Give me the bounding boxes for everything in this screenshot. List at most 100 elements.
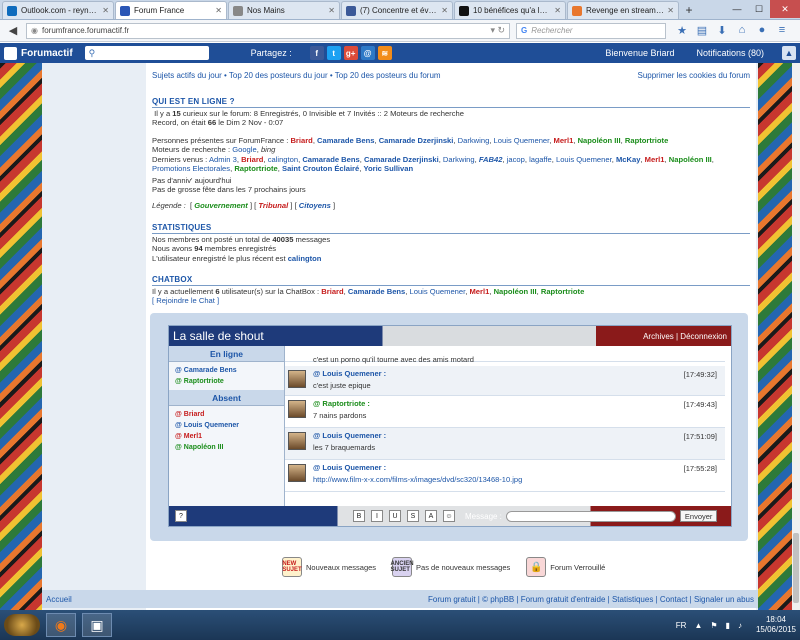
help-button[interactable]: ? [175,510,187,522]
username-link[interactable]: Briard [321,287,343,296]
chat-user[interactable]: @ Merl1 [175,431,278,442]
avatar[interactable] [288,464,306,482]
message-author[interactable]: @ Louis Quemener : [313,369,721,378]
browser-tab[interactable]: Outlook.com - reynal… ✕ [2,1,114,19]
scrollbar-thumb[interactable] [793,533,799,603]
home-link[interactable]: Accueil [46,595,72,604]
welcome-text[interactable]: Bienvenue Briard [605,48,674,58]
maximize-button[interactable]: ☐ [748,0,770,18]
tab-close-icon[interactable]: ✕ [441,6,448,15]
username-link[interactable]: Louis Quemener [556,155,612,164]
format-button[interactable]: A [425,510,437,522]
browser-tab[interactable]: 10 bénéfices qu'a le … ✕ [454,1,566,19]
tray-up-icon[interactable]: ▲ [694,621,702,630]
username-link[interactable]: Napoléon III [669,155,712,164]
username-link[interactable]: calington [268,155,298,164]
network-icon[interactable]: ▮ [726,621,730,630]
address-bar[interactable]: ◉ forumfrance.forumactif.fr ▾ ↻ [26,22,510,39]
footer-links[interactable]: Forum gratuit | © phpBB | Forum gratuit … [428,595,754,604]
firefox-taskbar-icon[interactable]: ◉ [46,613,76,637]
clock[interactable]: 18:04 15/06/2015 [756,615,796,635]
username-link[interactable]: jacop [507,155,525,164]
username-link[interactable]: Camarade Bens [348,287,405,296]
username-link[interactable]: Briard [241,155,263,164]
username-link[interactable]: Promotions Electorales [152,164,230,173]
send-button[interactable]: Envoyer [679,510,718,522]
username-link[interactable]: Camarade Bens [317,136,374,145]
app-taskbar-icon[interactable]: ▣ [82,613,112,637]
rss-icon[interactable]: ≋ [377,46,392,60]
browser-tab[interactable]: Forum France ✕ [115,1,227,19]
username-link[interactable]: Merl1 [554,136,574,145]
username-link[interactable]: McKay [616,155,640,164]
scroll-up-icon[interactable]: ▲ [782,46,796,60]
format-button[interactable]: S [407,510,419,522]
back-icon[interactable]: ◀ [4,22,22,40]
username-link[interactable]: Camarade Dzerjinski [379,136,454,145]
home-icon[interactable]: ⌂ [732,24,752,37]
facebook-icon[interactable]: f [309,46,324,60]
tab-close-icon[interactable]: ✕ [667,6,674,15]
menu-icon[interactable]: ≡ [772,24,792,37]
twitter-icon[interactable]: t [326,46,341,60]
chat-user[interactable]: @ Raptortriote [175,376,278,387]
browser-tab[interactable]: Nos Mains ✕ [228,1,340,19]
message-author[interactable]: @ Louis Quemener : [313,463,721,472]
active-topics-links[interactable]: Sujets actifs du jour • Top 20 des poste… [152,71,441,80]
forum-search-input[interactable]: ⚲ [84,46,209,60]
bookmark-star-icon[interactable]: ★ [672,24,692,37]
avatar[interactable] [288,400,306,418]
page-scrollbar[interactable] [792,63,800,610]
notifications-link[interactable]: Notifications (80) [696,48,764,58]
download-icon[interactable]: ⬇ [712,24,732,37]
username-link[interactable]: Merl1 [469,287,489,296]
join-chat-link[interactable]: [ Rejoindre le Chat ] [152,296,750,305]
username-link[interactable]: Napoléon III [494,287,537,296]
bot-google[interactable]: Google [232,145,257,154]
minimize-button[interactable]: — [726,0,748,18]
username-link[interactable]: Darkwing [458,136,490,145]
username-link[interactable]: Louis Quemener [410,287,466,296]
new-tab-button[interactable]: + [680,1,698,19]
tab-close-icon[interactable]: ✕ [215,6,222,15]
browser-search-input[interactable]: G Rechercher [516,22,666,39]
browser-tab[interactable]: (7) Concentre et évén… ✕ [341,1,453,19]
tab-close-icon[interactable]: ✕ [102,6,109,15]
username-link[interactable]: Merl1 [645,155,665,164]
username-link[interactable]: Napoléon III [578,136,621,145]
legend-tribunal[interactable]: Tribunal [258,201,288,210]
start-button[interactable] [4,614,40,636]
legend-citoyens[interactable]: Citoyens [299,201,331,210]
browser-tab[interactable]: Revenge en streaming…✕ [567,1,679,19]
forumactif-logo[interactable]: Forumactif [4,46,73,60]
tab-close-icon[interactable]: ✕ [328,6,335,15]
username-link[interactable]: Briard [290,136,312,145]
chat-user[interactable]: @ Briard [175,409,278,420]
volume-icon[interactable]: ♪ [738,621,742,630]
username-link[interactable]: Admin 3 [209,155,237,164]
flag-icon[interactable]: ⚑ [710,621,717,630]
googleplus-icon[interactable]: g+ [343,46,358,60]
tab-close-icon[interactable]: ✕ [554,6,561,15]
chat-icon[interactable]: ● [752,24,772,37]
stats-newest-user[interactable]: calington [288,254,322,263]
reading-list-icon[interactable]: ▤ [692,24,712,37]
chat-user[interactable]: @ Camarade Bens [175,365,278,376]
format-button[interactable]: I [371,510,383,522]
username-link[interactable]: Saint Crouton Éclairé [282,164,359,173]
archives-logout-links[interactable]: Archives | Déconnexion [643,332,727,341]
delete-cookies-link[interactable]: Supprimer les cookies du forum [638,71,751,80]
username-link[interactable]: Louis Quemener [494,136,550,145]
username-link[interactable]: Darkwing [443,155,475,164]
chat-messages[interactable]: c'est un porno qu'il tourne avec des ami… [285,346,731,506]
reload-icon[interactable]: ▾ ↻ [490,25,505,36]
username-link[interactable]: Camarade Dzerjinski [364,155,439,164]
email-icon[interactable]: @ [360,46,375,60]
chat-user[interactable]: @ Louis Quemener [175,420,278,431]
chat-user[interactable]: @ Napoléon III [175,442,278,453]
format-button[interactable]: U [389,510,401,522]
username-link[interactable]: Raptortriote [234,164,277,173]
username-link[interactable]: Raptortriote [541,287,584,296]
username-link[interactable]: lagaffe [529,155,552,164]
username-link[interactable]: Yoric Sullivan [363,164,413,173]
